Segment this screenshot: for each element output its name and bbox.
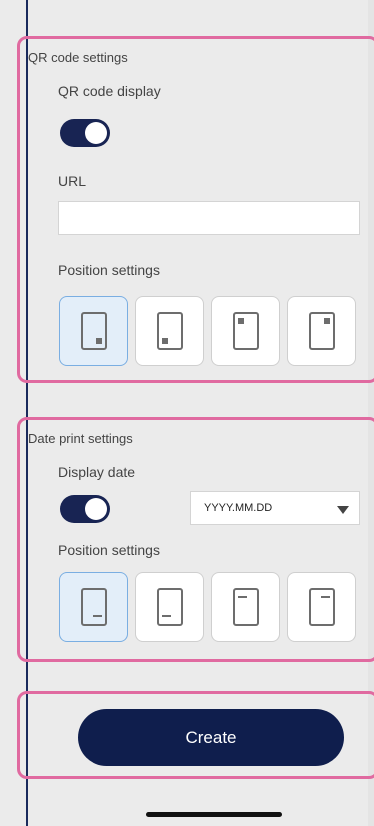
qr-position-label: Position settings bbox=[58, 262, 160, 278]
qr-position-options bbox=[59, 296, 356, 366]
toggle-knob bbox=[85, 498, 107, 520]
date-format-value: YYYY.MM.DD bbox=[204, 502, 273, 514]
date-position-options bbox=[59, 572, 356, 642]
date-display-toggle[interactable] bbox=[60, 495, 110, 523]
date-position-bottom-left[interactable] bbox=[135, 572, 204, 642]
date-position-icon bbox=[80, 588, 107, 626]
date-position-top-right[interactable] bbox=[287, 572, 356, 642]
date-position-icon bbox=[232, 588, 259, 626]
qr-position-icon bbox=[80, 312, 107, 350]
qr-position-icon bbox=[232, 312, 259, 350]
qr-position-top-left[interactable] bbox=[211, 296, 280, 366]
date-format-select[interactable]: YYYY.MM.DD bbox=[190, 491, 360, 525]
qr-position-bottom-right[interactable] bbox=[59, 296, 128, 366]
url-input[interactable] bbox=[58, 201, 360, 235]
date-position-top-left[interactable] bbox=[211, 572, 280, 642]
qr-position-icon bbox=[156, 312, 183, 350]
date-position-label: Position settings bbox=[58, 542, 160, 558]
create-button[interactable]: Create bbox=[78, 709, 344, 766]
toggle-knob bbox=[85, 122, 107, 144]
home-indicator bbox=[146, 812, 282, 817]
date-position-bottom-right[interactable] bbox=[59, 572, 128, 642]
qr-display-toggle[interactable] bbox=[60, 119, 110, 147]
date-position-icon bbox=[156, 588, 183, 626]
date-position-icon bbox=[308, 588, 335, 626]
qr-position-top-right[interactable] bbox=[287, 296, 356, 366]
qr-section-title: QR code settings bbox=[28, 50, 128, 65]
dropdown-caret-icon bbox=[337, 506, 349, 514]
qr-position-icon bbox=[308, 312, 335, 350]
url-label: URL bbox=[58, 173, 87, 189]
date-section-title: Date print settings bbox=[28, 431, 133, 446]
qr-position-bottom-left[interactable] bbox=[135, 296, 204, 366]
date-display-label: Display date bbox=[58, 464, 136, 480]
qr-display-label: QR code display bbox=[58, 83, 161, 99]
